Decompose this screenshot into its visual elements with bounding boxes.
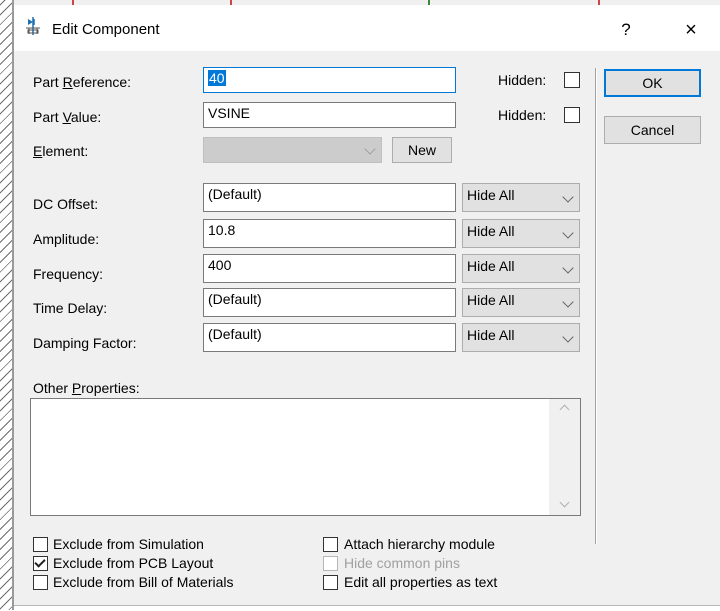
time-delay-label: Time Delay: — [33, 300, 108, 316]
part-value-hidden-checkbox[interactable] — [564, 107, 580, 123]
part-value-hidden-label: Hidden: — [498, 107, 547, 123]
attach-hierarchy-label: Attach hierarchy module — [344, 536, 495, 552]
dialog-title: Edit Component — [52, 21, 160, 38]
exclude-pcb-checkbox[interactable] — [33, 556, 48, 571]
amplitude-input[interactable]: 10.8 — [203, 219, 456, 248]
separator — [595, 68, 597, 544]
edit-as-text-label: Edit all properties as text — [344, 574, 498, 590]
hide-common-pins-checkbox — [323, 556, 338, 571]
window-bottom-edge — [14, 605, 720, 611]
new-element-button[interactable]: New — [392, 137, 452, 163]
cancel-button[interactable]: Cancel — [604, 116, 701, 144]
exclude-bom-checkbox[interactable] — [33, 575, 48, 590]
element-dropdown[interactable] — [203, 137, 382, 163]
frequency-input[interactable]: 400 — [203, 254, 456, 283]
dc-offset-label: DC Offset: — [33, 196, 99, 212]
exclude-bom-label: Exclude from Bill of Materials — [53, 574, 234, 590]
dc-offset-visibility-dropdown[interactable]: Hide All — [462, 183, 580, 212]
help-button[interactable]: ? — [603, 10, 649, 50]
amplitude-visibility-dropdown[interactable]: Hide All — [462, 219, 580, 248]
edit-as-text-checkbox[interactable] — [323, 575, 338, 590]
scroll-up-icon[interactable] — [559, 404, 570, 415]
element-label: Element: — [33, 143, 89, 159]
frequency-visibility-dropdown[interactable]: Hide All — [462, 254, 580, 283]
chevron-down-icon — [562, 296, 574, 308]
chevron-down-icon — [562, 331, 574, 343]
amplitude-label: Amplitude: — [33, 231, 100, 247]
time-delay-input[interactable]: (Default) — [203, 288, 456, 317]
part-value-input[interactable]: VSINE — [203, 102, 456, 128]
ok-button[interactable]: OK — [604, 69, 701, 97]
dc-offset-input[interactable]: (Default) — [203, 183, 456, 212]
other-properties-label: Other Properties: — [33, 380, 140, 396]
time-delay-visibility-dropdown[interactable]: Hide All — [462, 288, 580, 317]
part-value-label: Part Value: — [33, 109, 102, 125]
exclude-simulation-checkbox[interactable] — [33, 537, 48, 552]
damping-factor-input[interactable]: (Default) — [203, 323, 456, 352]
part-reference-hidden-label: Hidden: — [498, 72, 547, 88]
damping-factor-label: Damping Factor: — [33, 335, 137, 351]
scroll-down-icon[interactable] — [559, 497, 570, 508]
other-properties-textarea[interactable] — [30, 398, 581, 516]
scrollbar[interactable] — [549, 399, 580, 515]
component-icon — [26, 17, 40, 35]
close-button[interactable]: × — [668, 10, 714, 50]
chevron-down-icon — [364, 143, 376, 155]
part-reference-label: Part Reference: — [33, 74, 132, 90]
chevron-down-icon — [562, 262, 574, 274]
damping-factor-visibility-dropdown[interactable]: Hide All — [462, 323, 580, 352]
attach-hierarchy-checkbox[interactable] — [323, 537, 338, 552]
frequency-label: Frequency: — [33, 266, 104, 282]
exclude-pcb-label: Exclude from PCB Layout — [53, 555, 214, 571]
chevron-down-icon — [562, 191, 574, 203]
part-reference-hidden-checkbox[interactable] — [564, 72, 580, 88]
hide-common-pins-label: Hide common pins — [344, 555, 460, 571]
exclude-simulation-label: Exclude from Simulation — [53, 536, 204, 552]
chevron-down-icon — [562, 227, 574, 239]
part-reference-input[interactable]: 40 — [203, 67, 456, 93]
